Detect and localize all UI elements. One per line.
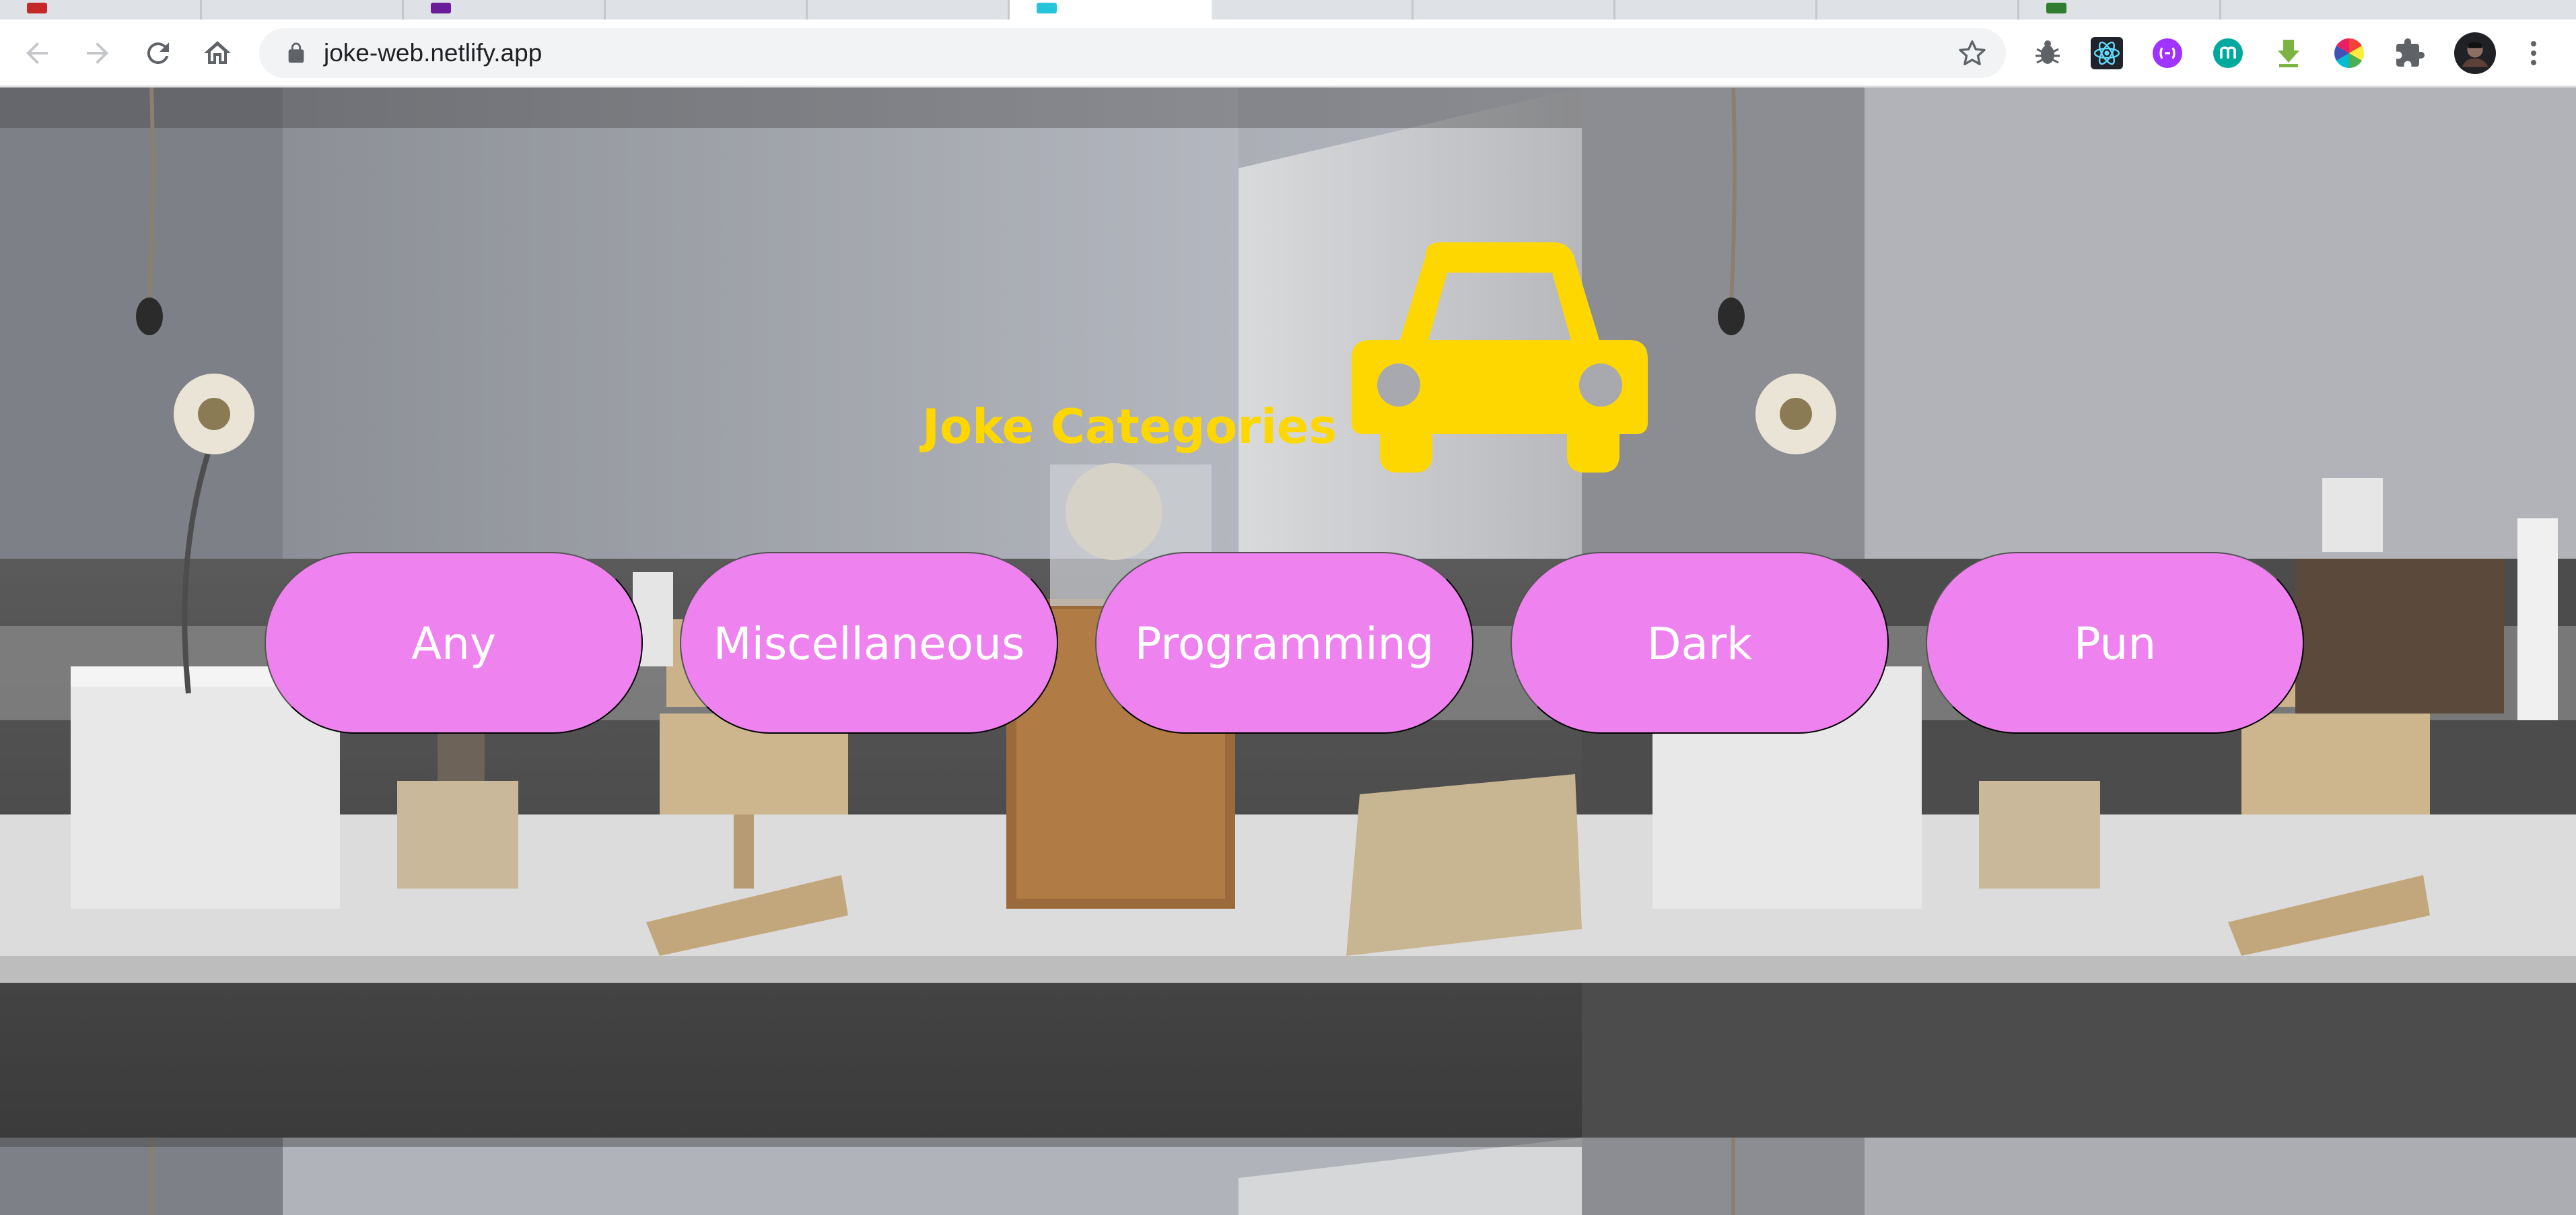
teal-m-extension-icon[interactable] [2212,37,2244,69]
kebab-menu-icon[interactable] [2517,37,2550,69]
reload-button[interactable] [137,34,179,72]
browser-tab[interactable] [1212,0,1414,20]
browser-tab[interactable] [1414,0,1615,20]
header-row: Joke Categories [922,236,1663,478]
puzzle-icon[interactable] [2394,37,2426,69]
tab-favicon-icon [27,3,47,13]
arrow-left-icon [26,42,48,64]
purple-extension-icon[interactable] [2151,37,2184,69]
lock-icon [288,42,304,63]
profile-avatar[interactable] [2454,32,2496,74]
home-button[interactable] [197,34,238,72]
tab-favicon-icon [2046,3,2066,13]
page-viewport: Joke Categories Any Miscellaneous Progra… [0,88,2576,1215]
background-gallery-image-bottom [0,1138,1582,1215]
category-button-dark[interactable]: Dark [1510,552,1889,734]
browser-tab[interactable] [202,0,404,20]
forward-button[interactable] [77,34,118,72]
category-button-any[interactable]: Any [265,552,643,734]
browser-tab[interactable] [1615,0,1817,20]
tab-favicon-icon [1037,3,1057,13]
page-title: Joke Categories [922,399,1337,454]
background-gallery-image-bottom-repeat [1582,1138,2576,1215]
color-wheel-icon[interactable] [2333,37,2365,69]
browser-tab-active[interactable] [1010,0,1212,20]
browser-tab[interactable] [808,0,1010,20]
home-icon [204,41,231,64]
category-button-programming[interactable]: Programming [1095,552,1473,734]
browser-tab[interactable] [1817,0,2019,20]
browser-tab[interactable] [0,0,202,20]
browser-toolbar: joke-web.netlify.app [0,20,2576,87]
star-icon[interactable] [1957,38,1987,68]
react-devtools-icon[interactable] [2091,37,2123,69]
tab-favicon-icon [431,3,451,13]
car-icon [1352,242,1648,473]
browser-tab[interactable] [2019,0,2221,20]
arrow-right-icon [87,42,108,64]
tab-strip [0,0,2576,20]
category-list: Any Miscellaneous Programming Dark Pun [0,464,2576,734]
category-button-miscellaneous[interactable]: Miscellaneous [680,552,1058,734]
browser-tab[interactable] [606,0,808,20]
bug-extension-icon[interactable] [2031,37,2064,69]
category-button-pun[interactable]: Pun [1926,552,2304,734]
address-bar[interactable]: joke-web.netlify.app [259,28,2006,78]
browser-tab[interactable] [404,0,606,20]
back-button[interactable] [16,34,58,72]
reload-icon [147,42,169,65]
green-download-icon[interactable] [2272,37,2305,69]
url-text[interactable]: joke-web.netlify.app [324,36,542,70]
